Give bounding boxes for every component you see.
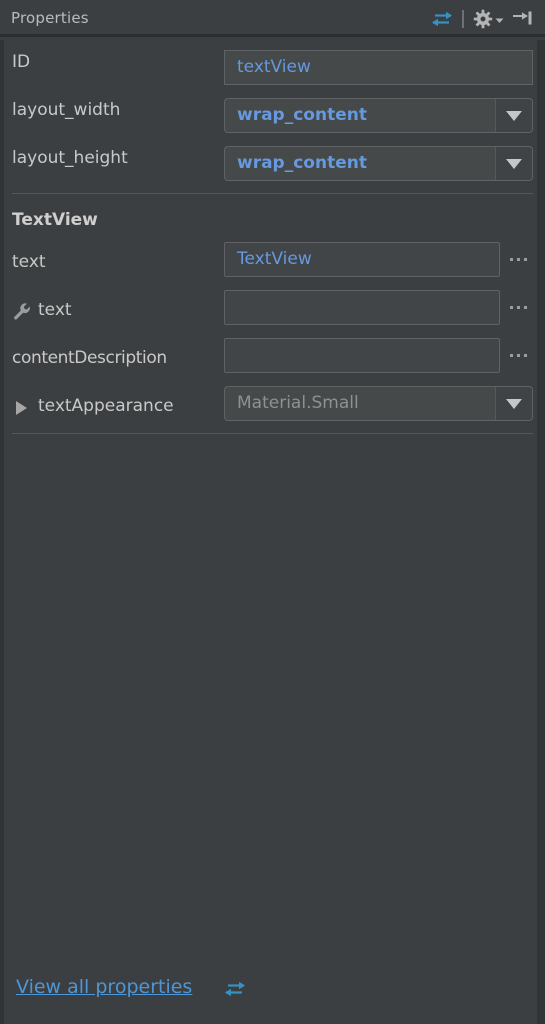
panel-header: Properties xyxy=(0,0,545,37)
content-description-more-button[interactable] xyxy=(503,338,533,373)
panel-left-edge xyxy=(0,40,4,1024)
chevron-down-icon xyxy=(495,9,504,28)
properties-panel: Properties ID textView layout_width wrap… xyxy=(0,0,545,1024)
view-all-properties-link[interactable]: View all properties xyxy=(16,976,192,998)
header-toolbar xyxy=(427,0,537,37)
layout-width-value: wrap_content xyxy=(237,105,367,125)
content-description-input[interactable] xyxy=(224,338,500,373)
text-appearance-dropdown[interactable]: Material.Small xyxy=(224,386,533,421)
property-row-layout-width: layout_width wrap_content xyxy=(0,88,545,136)
property-label-text: text xyxy=(12,252,46,272)
property-row-text-appearance: textAppearance Material.Small xyxy=(0,384,545,432)
page-title: Properties xyxy=(11,9,89,27)
property-row-content-description: contentDescription xyxy=(0,336,545,384)
section-divider-top xyxy=(12,193,533,194)
toggle-view-arrows-icon[interactable] xyxy=(427,4,457,34)
panel-footer: View all properties xyxy=(0,964,545,1024)
property-label-layout-width: layout_width xyxy=(12,100,121,120)
property-label-content-description: contentDescription xyxy=(12,348,167,368)
section-divider-bottom xyxy=(12,433,533,434)
text-more-button[interactable] xyxy=(503,242,533,277)
expand-triangle-icon[interactable] xyxy=(16,401,27,415)
id-input[interactable]: textView xyxy=(224,50,533,85)
property-row-id: ID textView xyxy=(0,40,545,88)
property-label-id: ID xyxy=(12,52,31,72)
property-row-tools-text: text xyxy=(0,288,545,336)
chevron-down-icon[interactable] xyxy=(495,147,532,180)
property-label-tools-text: text xyxy=(38,300,72,320)
section-header-textview: TextView xyxy=(12,210,98,230)
chevron-down-icon[interactable] xyxy=(495,99,532,132)
settings-gear-icon[interactable] xyxy=(469,9,507,29)
property-label-layout-height: layout_height xyxy=(12,148,128,168)
tools-text-more-button[interactable] xyxy=(503,290,533,325)
wrench-icon xyxy=(13,302,32,325)
layout-height-value: wrap_content xyxy=(237,153,367,173)
property-row-text: text TextView xyxy=(0,240,545,288)
hide-panel-icon[interactable] xyxy=(507,4,537,34)
layout-height-dropdown[interactable]: wrap_content xyxy=(224,146,533,181)
text-input-value: TextView xyxy=(237,249,312,269)
bidirectional-arrows-icon[interactable] xyxy=(222,979,248,1003)
property-label-text-appearance: textAppearance xyxy=(38,396,174,416)
text-input[interactable]: TextView xyxy=(224,242,500,277)
property-row-layout-height: layout_height wrap_content xyxy=(0,136,545,184)
id-input-value: textView xyxy=(237,57,311,77)
chevron-down-icon[interactable] xyxy=(495,387,532,420)
tools-text-input[interactable] xyxy=(224,290,500,325)
layout-width-dropdown[interactable]: wrap_content xyxy=(224,98,533,133)
panel-right-edge xyxy=(537,40,545,1024)
text-appearance-value: Material.Small xyxy=(237,393,359,413)
toolbar-divider xyxy=(462,9,464,28)
